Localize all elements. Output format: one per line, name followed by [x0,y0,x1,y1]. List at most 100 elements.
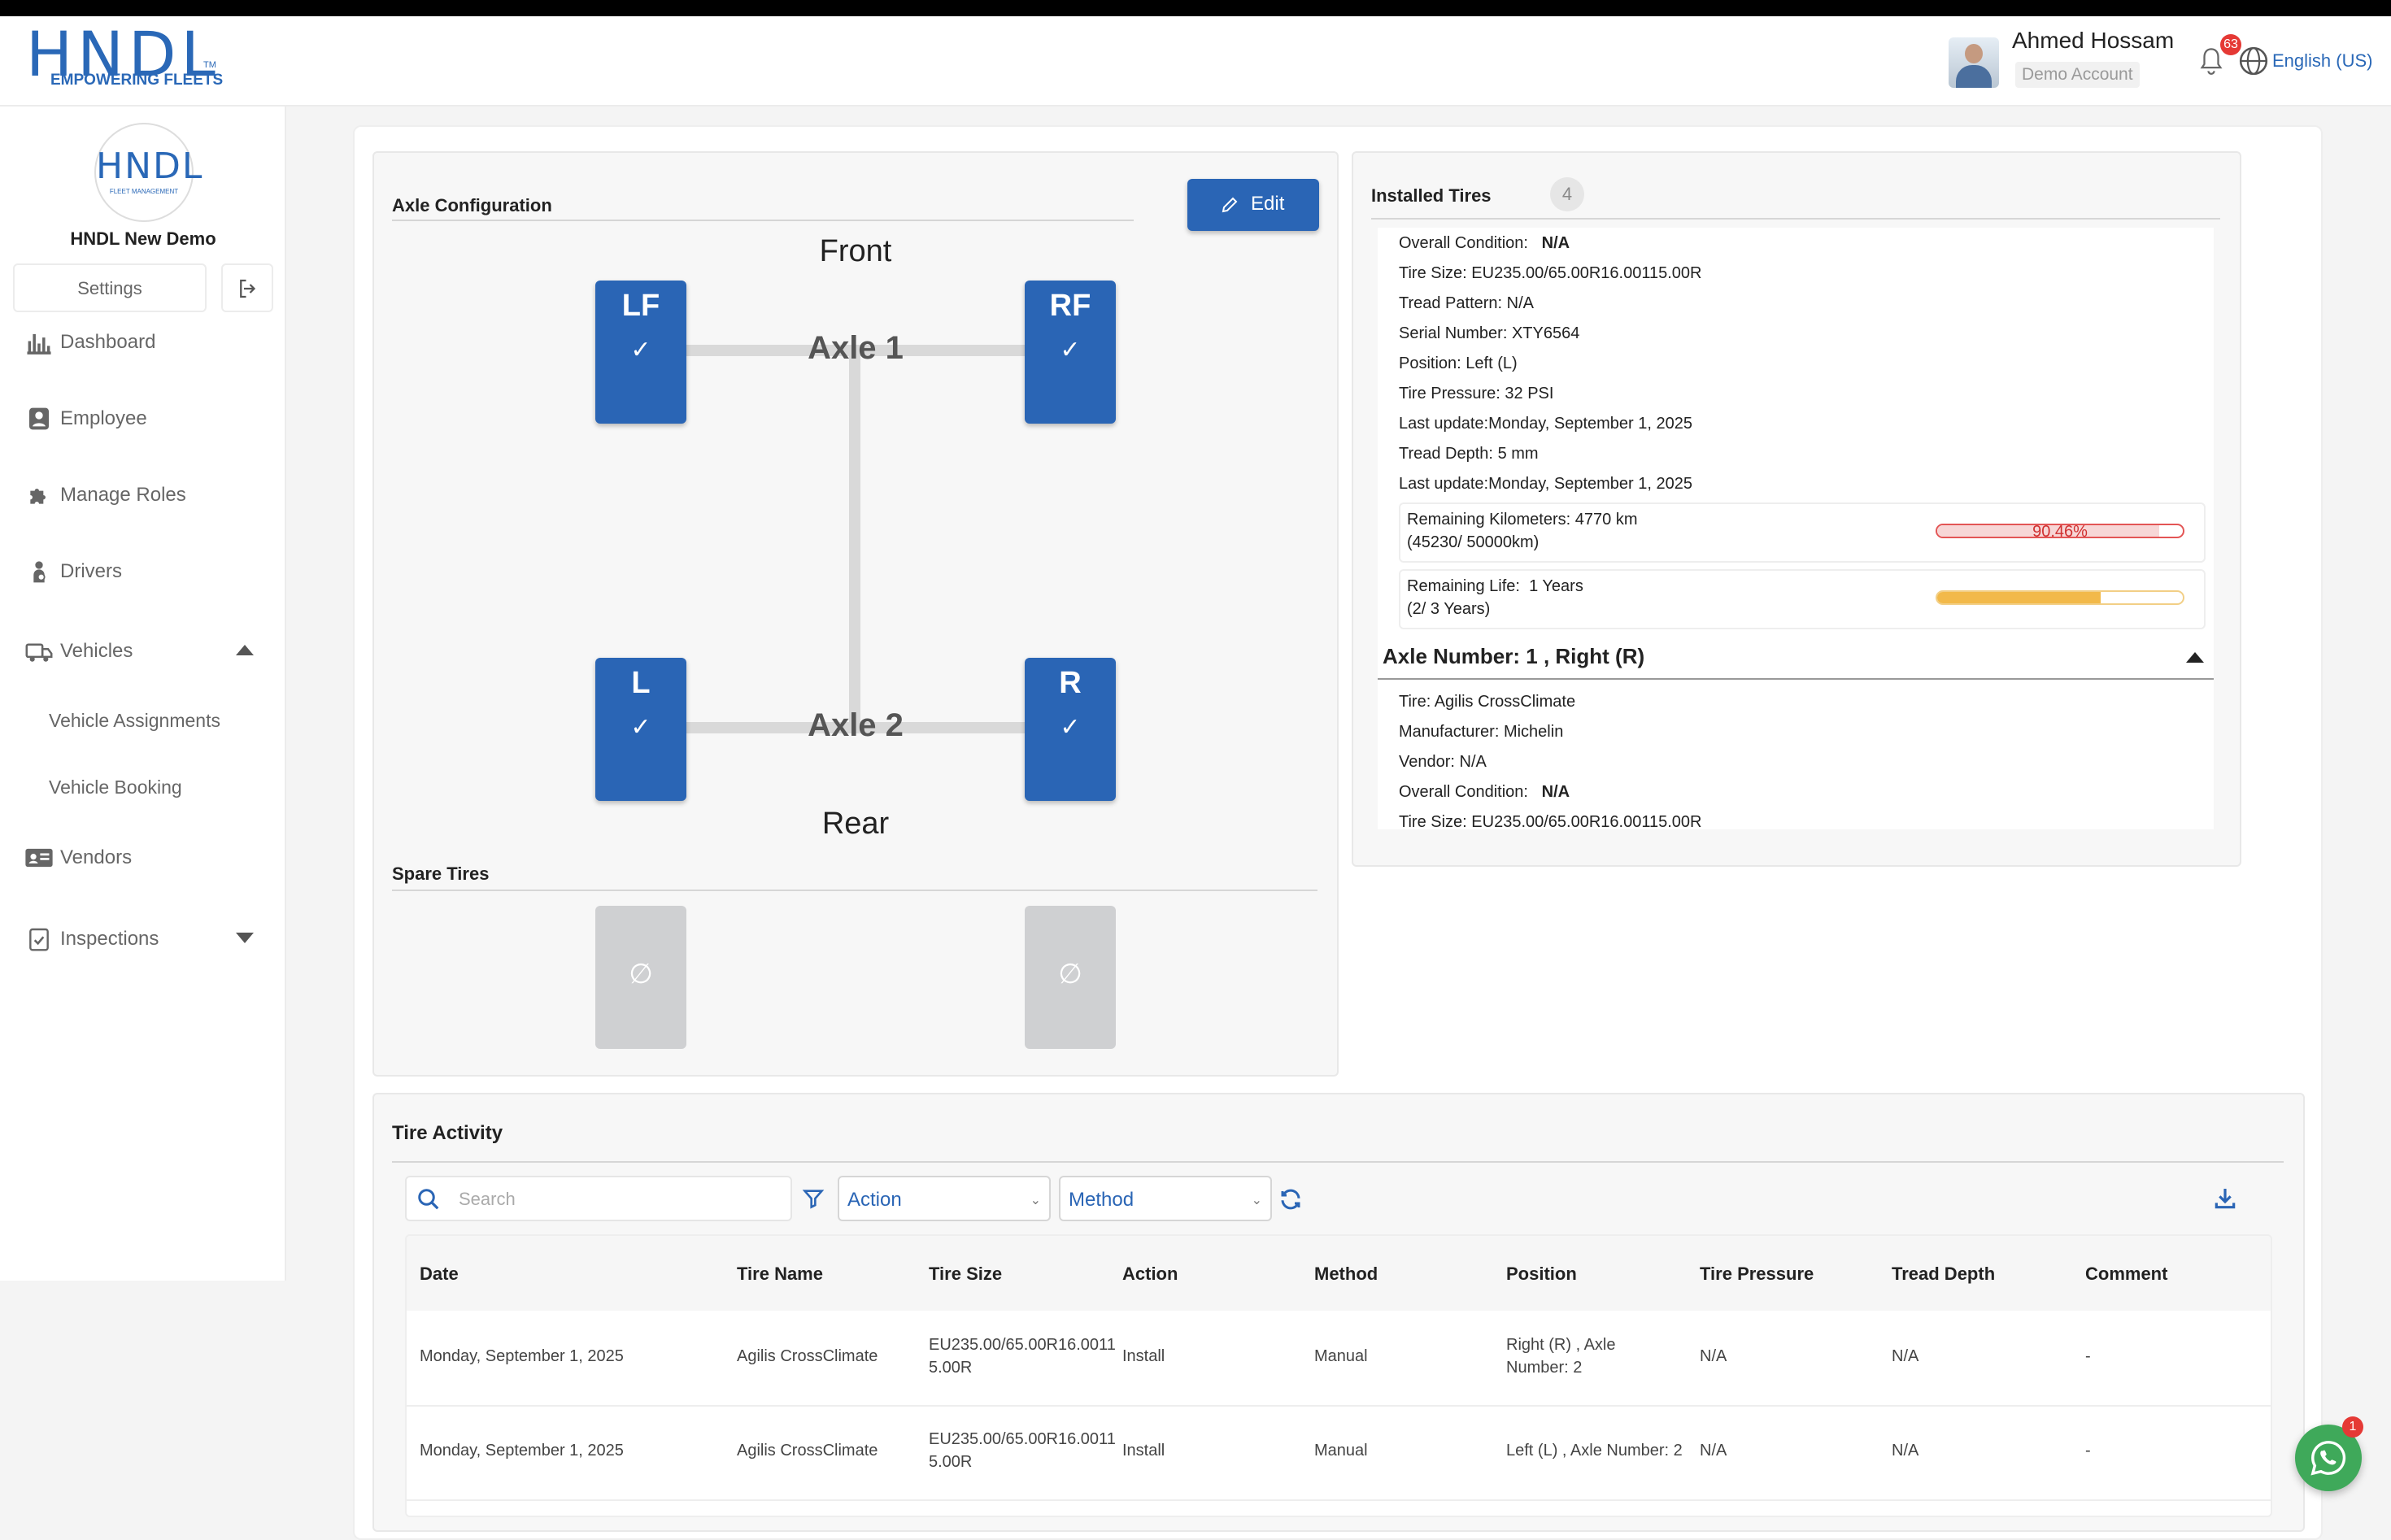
filter-icon[interactable] [802,1187,825,1210]
sidebar: HNDL FLEET MANAGEMENT HNDL New Demo Sett… [0,107,286,1281]
tire-activity-table: Date Tire Name Tire Size Action Method P… [405,1234,2272,1517]
settings-button[interactable]: Settings [13,263,207,312]
brand-tagline: EMPOWERING FLEETS [50,72,224,89]
puzzle-icon [30,489,46,504]
org-name: HNDL New Demo [70,228,216,249]
sidebar-item-vehicle-assignments[interactable]: Vehicle Assignments [0,698,286,744]
sidebar-item-label: Drivers [60,560,122,582]
brand-tm: TM [203,60,216,70]
axle-1-right-section-header[interactable]: Axle Number: 1 , Right (R) [1378,634,2214,680]
installed-tires-list[interactable]: Overall Condition: N/A Tire Size: EU235.… [1378,228,2214,829]
table-row[interactable]: Monday, September 1, 2025 Agilis CrossCl… [407,1405,2271,1501]
tire-position-code: LF [621,289,660,323]
id-card-icon [25,848,53,868]
method-select-value: Method [1069,1189,1135,1211]
cell-tire-name: Agilis CrossClimate [737,1347,878,1365]
chevron-up-icon[interactable] [236,645,254,655]
column-header[interactable]: Comment [2085,1264,2167,1285]
tire-position-code: L [631,666,651,700]
remaining-life-box: Remaining Life: 1 Years (2/ 3 Years) [1399,569,2206,629]
tire-rf[interactable]: RF ✓ [1025,281,1116,424]
activity-title-divider [392,1161,2284,1163]
cell-position: Left (L) , Axle Number: 2 [1506,1442,1683,1460]
check-icon: ✓ [1060,337,1081,363]
empty-slot-icon: ∅ [1058,959,1082,990]
column-header[interactable]: Tire Name [737,1264,823,1285]
vehicle-icon [25,643,53,662]
refresh-icon[interactable] [1278,1187,1303,1212]
globe-icon[interactable] [2238,46,2269,76]
language-selector[interactable]: English (US) [2272,50,2372,72]
sidebar-item-employee[interactable]: Employee [0,394,286,443]
bell-icon[interactable] [2197,46,2225,78]
pencil-icon [1222,197,1238,213]
detail-tire-size: Tire Size: EU235.00/65.00R16.00115.00R [1399,264,1702,282]
remaining-life-progress [1936,590,2184,605]
sidebar-item-vehicles[interactable]: Vehicles [0,627,286,676]
column-header[interactable]: Method [1314,1264,1378,1285]
column-header[interactable]: Position [1506,1264,1577,1285]
sidebar-item-manage-roles[interactable]: Manage Roles [0,471,286,520]
tire-lf[interactable]: LF ✓ [595,281,686,424]
sidebar-item-label: Dashboard [60,331,156,353]
column-header[interactable]: Tire Pressure [1700,1264,1814,1285]
detail-tread-pattern: Tread Pattern: N/A [1399,294,1535,312]
detail-tire-name: Tire: Agilis CrossClimate [1399,693,1576,711]
chevron-down-icon[interactable] [236,933,254,943]
sidebar-item-vehicle-booking[interactable]: Vehicle Booking [0,765,286,811]
detail-position: Position: Left (L) [1399,355,1518,372]
spare-tire-slot[interactable]: ∅ [1025,906,1116,1049]
column-header[interactable]: Tread Depth [1892,1264,1995,1285]
logout-button[interactable] [221,263,273,312]
detail-vendor: Vendor: N/A [1399,753,1487,771]
cell-tire-size: EU235.00/65.00R16.0011 5.00R [929,1430,1116,1471]
search-box[interactable] [405,1176,792,1221]
user-avatar[interactable] [1949,37,1999,88]
action-select-value: Action [847,1189,902,1211]
column-header[interactable]: Date [420,1264,459,1285]
installed-tires-title: Installed Tires [1371,185,1492,206]
download-icon[interactable] [2212,1185,2238,1212]
cell-tread-depth: N/A [1892,1347,1919,1365]
whatsapp-icon [2310,1441,2346,1476]
axle-1-label: Axle 1 [808,330,904,366]
check-icon: ✓ [630,714,651,741]
search-input[interactable] [457,1185,786,1213]
remaining-life-text: Remaining Life: 1 Years [1407,577,1583,595]
chevron-down-icon: ⌄ [1251,1194,1262,1207]
method-select[interactable]: Method ⌄ [1059,1176,1272,1221]
chart-bar-icon [27,333,51,355]
tire-l[interactable]: L ✓ [595,658,686,801]
sidebar-item-label: Inspections [60,928,159,950]
sidebar-item-dashboard[interactable]: Dashboard [0,318,286,367]
sidebar-item-label: Vehicle Assignments [49,710,220,731]
axle-configuration-title: Axle Configuration [392,195,552,215]
detail-tire-size: Tire Size: EU235.00/65.00R16.00115.00R [1399,813,1702,829]
table-row[interactable] [407,1499,2271,1516]
table-row[interactable]: Monday, September 1, 2025 Agilis CrossCl… [407,1311,2271,1407]
sidebar-item-vendors[interactable]: Vendors [0,833,286,882]
axle-title-divider [392,220,1134,221]
sidebar-item-drivers[interactable]: Drivers [0,547,286,596]
sidebar-item-label: Employee [60,407,147,429]
tire-activity-title: Tire Activity [392,1122,503,1144]
chat-badge: 1 [2342,1416,2363,1438]
column-header[interactable]: Tire Size [929,1264,1002,1285]
action-select[interactable]: Action ⌄ [838,1176,1051,1221]
spare-tire-slot[interactable]: ∅ [595,906,686,1049]
cell-position: Right (R) , Axle Number: 2 [1506,1336,1616,1377]
edit-button[interactable]: Edit [1187,179,1319,231]
collapse-triangle-icon[interactable] [2186,652,2204,663]
top-strip [0,0,2391,16]
tire-r[interactable]: R ✓ [1025,658,1116,801]
column-header[interactable]: Action [1122,1264,1178,1285]
detail-tread-depth: Tread Depth: 5 mm [1399,445,1539,463]
remaining-km-detail: (45230/ 50000km) [1407,533,1540,551]
chevron-down-icon: ⌄ [1030,1194,1041,1207]
cell-date: Monday, September 1, 2025 [420,1442,624,1460]
user-name[interactable]: Ahmed Hossam [2012,28,2174,54]
sidebar-item-inspections[interactable]: Inspections [0,915,286,964]
spare-tires-title: Spare Tires [392,864,490,884]
detail-serial-number: Serial Number: XTY6564 [1399,324,1580,342]
detail-overall-condition: Overall Condition: N/A [1399,234,1570,252]
